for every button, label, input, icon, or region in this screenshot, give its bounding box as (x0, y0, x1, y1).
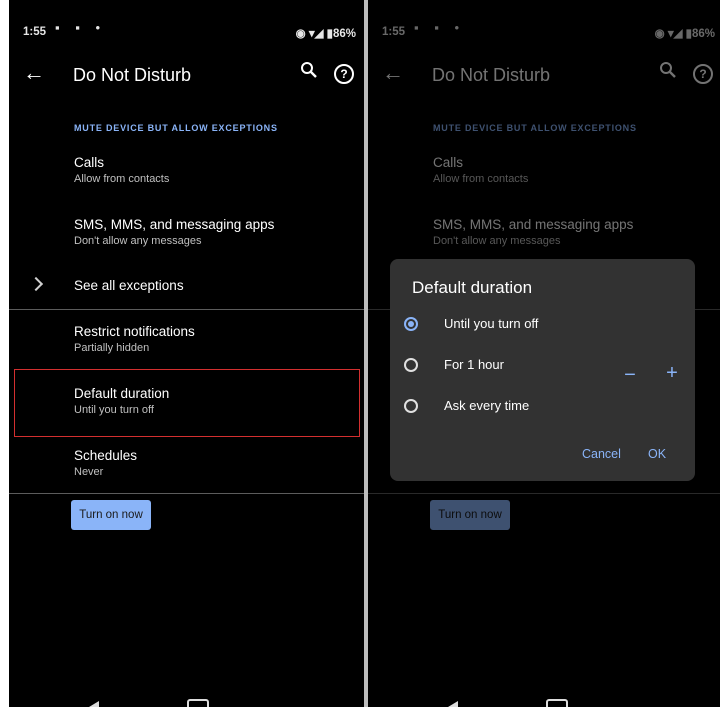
status-time: 1:55 (23, 26, 47, 38)
restrict-notifications-setting[interactable]: Restrict notifications Partially hidden (74, 324, 195, 354)
highlight-box (14, 369, 360, 437)
page-title: Do Not Disturb (73, 65, 192, 85)
option-label: Ask every time (444, 398, 530, 413)
radio-unselected-icon[interactable] (404, 358, 418, 372)
nav-home-icon[interactable] (187, 699, 209, 707)
screen-settings: 1:55 ▪ ▪ • ◉ ▾◢ ▮86% ← Do Not Disturb ? … (9, 0, 364, 707)
default-duration-dialog: Default duration Until you turn off For … (390, 259, 695, 481)
chevron-right-icon (28, 276, 44, 292)
calls-subtitle: Allow from contacts (74, 173, 170, 185)
see-all-title: See all exceptions (74, 278, 184, 293)
messages-title: SMS, MMS, and messaging apps (74, 217, 275, 232)
radio-unselected-icon[interactable] (404, 399, 418, 413)
divider (9, 493, 364, 494)
calls-setting[interactable]: Calls Allow from contacts (74, 155, 169, 185)
screen-dialog: 1:55 ▪ ▪ • ◉ ▾◢ ▮86% ← Do Not Disturb ? … (368, 0, 720, 707)
nav-bar (9, 699, 364, 707)
decrease-duration-button[interactable]: − (622, 365, 638, 385)
calls-title: Calls (74, 155, 105, 170)
nav-back-icon[interactable] (448, 701, 458, 707)
cancel-button[interactable]: Cancel (582, 447, 621, 461)
divider (9, 309, 364, 310)
schedules-setting[interactable]: Schedules Never (74, 448, 137, 478)
default-duration-title: Default duration (74, 386, 170, 401)
see-all-exceptions[interactable]: See all exceptions (74, 278, 184, 293)
schedules-subtitle: Never (74, 466, 104, 478)
search-icon[interactable] (300, 61, 318, 79)
restrict-title: Restrict notifications (74, 324, 195, 339)
radio-selected-icon[interactable] (404, 317, 418, 331)
option-label: For 1 hour (444, 357, 504, 372)
restrict-subtitle: Partially hidden (74, 342, 150, 354)
app-bar: ← Do Not Disturb ? (9, 60, 364, 92)
back-arrow-icon[interactable]: ← (23, 60, 45, 86)
default-duration-setting[interactable]: Default duration Until you turn off (74, 386, 169, 416)
schedules-title: Schedules (74, 448, 138, 463)
status-bar: 1:55 ▪ ▪ • ◉ ▾◢ ▮86% (9, 0, 364, 40)
battery-level: 86% (332, 28, 356, 40)
ok-button[interactable]: OK (648, 447, 666, 461)
notification-icons: ▪ ▪ • (55, 20, 106, 35)
increase-duration-button[interactable]: + (664, 363, 680, 383)
nav-back-icon[interactable] (89, 701, 99, 707)
help-icon[interactable]: ? (334, 64, 354, 84)
nav-home-icon[interactable] (546, 699, 568, 707)
nav-bar (368, 699, 720, 707)
status-icons: ◉ ▾◢ ▮86% (295, 28, 356, 40)
messages-setting[interactable]: SMS, MMS, and messaging apps Don't allow… (74, 217, 274, 247)
section-header: MUTE DEVICE BUT ALLOW EXCEPTIONS (74, 123, 278, 133)
default-duration-subtitle: Until you turn off (74, 404, 154, 416)
dialog-title: Default duration (412, 278, 533, 297)
messages-subtitle: Don't allow any messages (74, 235, 202, 247)
turn-on-now-button[interactable]: Turn on now (71, 500, 151, 530)
option-label: Until you turn off (444, 316, 539, 331)
